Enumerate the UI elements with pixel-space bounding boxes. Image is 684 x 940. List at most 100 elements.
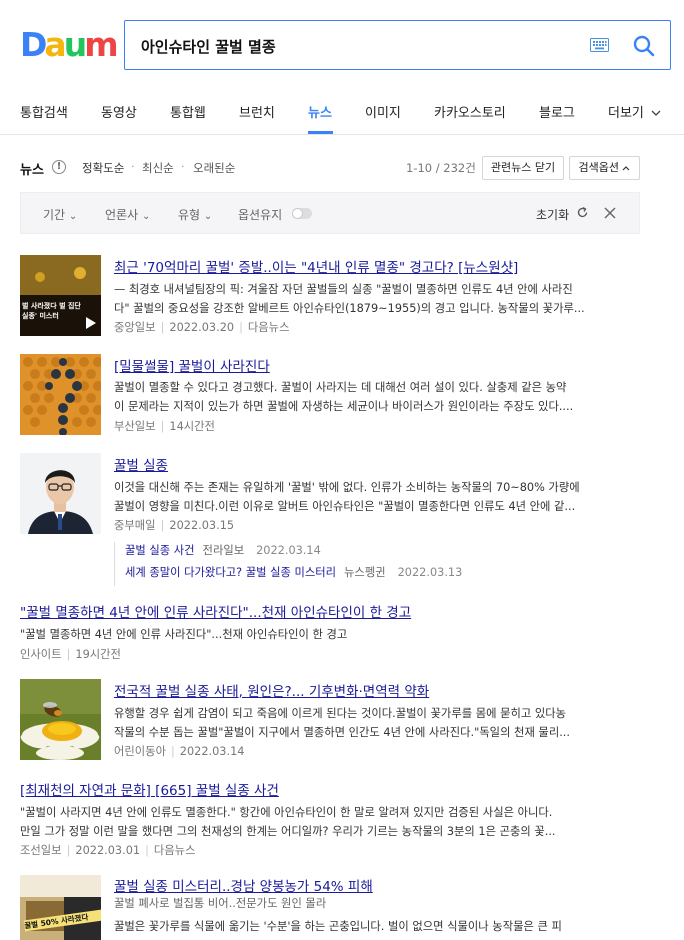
related-news-source[interactable]: 뉴스펭귄 [344, 566, 386, 579]
news-source[interactable]: 중앙일보 [114, 321, 156, 334]
filter-type-label: 유형 [178, 208, 201, 222]
news-description-line: 유행할 경우 쉽게 감염이 되고 죽음에 이르게 된다는 것이다.꿀벌이 꽃가루… [114, 707, 567, 720]
news-source[interactable]: 조선일보 [20, 844, 62, 857]
tab-video[interactable]: 동영상 [101, 102, 137, 121]
news-title[interactable]: 꿀벌 실종 미스터리..경남 양봉농가 54% 피해 [114, 875, 373, 895]
daum-logo[interactable]: D a u m [20, 25, 119, 64]
tab-brunch[interactable]: 브런치 [239, 102, 275, 121]
news-meta: 중앙일보 | 2022.03.20 | 다음뉴스 [114, 321, 290, 334]
result-count: 1-10 / 232건 [406, 161, 476, 175]
related-news: 꿀벌 실종 사건 전라일보 2022.03.14 세계 종말이 다가왔다고? 꿀벌 … [114, 542, 634, 586]
active-tab-indicator [308, 131, 333, 134]
sort-oldest[interactable]: 오래된순 [193, 160, 235, 176]
news-description-line: 작물의 수분 돕는 꿀벌"꿀벌이 지구에서 멸종하면 인간도 4년 안에 사라진… [114, 726, 570, 739]
related-news-source[interactable]: 전라일보 [203, 544, 245, 557]
news-description-line: 만일 그가 정말 이런 말을 했다면 그의 천재성의 한계는 어디일까? 우리가… [20, 825, 556, 838]
news-thumbnail[interactable]: 벌 사라졌다 벌 집단 실종' 미스터 [20, 255, 101, 336]
tab-blog[interactable]: 블로그 [539, 102, 575, 121]
news-title[interactable]: 꿀벌 실종 [114, 454, 168, 474]
keyboard-icon[interactable] [590, 38, 609, 52]
news-description-line: — 최경호 내셔널팀장의 픽: 겨울잠 자던 꿀벌들의 실종 "꿀벌이 멸종하면… [114, 283, 573, 296]
news-source[interactable]: 어린이동아 [114, 745, 166, 758]
chevron-down-icon: ⌄ [203, 211, 213, 222]
search-options-button[interactable]: 검색옵션 [569, 156, 640, 180]
news-source[interactable]: 부산일보 [114, 420, 156, 433]
news-description-line: 다" 꿀벌의 중요성을 강조한 알베르트 아인슈타인(1879~1955)의 경… [114, 302, 585, 315]
daum-news-link[interactable]: 다음뉴스 [248, 321, 290, 334]
news-description-line: "꿀벌이 사라지면 4년 안에 인류도 멸종한다." 항간에 아인슈타인이 한 … [20, 806, 553, 819]
section-title: 뉴스 [20, 163, 44, 178]
news-thumbnail[interactable] [20, 679, 101, 760]
honeycomb-question-image [20, 354, 101, 435]
tab-more[interactable]: 더보기 [608, 102, 661, 121]
news-title[interactable]: [밀물썰물] 꿀벌이 사라진다 [114, 355, 270, 375]
portrait-image [20, 453, 101, 534]
filter-type[interactable]: 유형 ⌄ [178, 206, 212, 223]
search-input[interactable] [141, 33, 571, 59]
logo-letter-d: D [20, 25, 47, 64]
keep-option-toggle[interactable] [292, 208, 312, 219]
filter-period[interactable]: 기간 ⌄ [43, 206, 77, 223]
chevron-up-icon [623, 166, 630, 171]
news-date: 14시간전 [169, 420, 215, 433]
news-title[interactable]: [최재천의 자연과 문화] [665] 꿀벌 실종 사건 [20, 779, 279, 799]
news-description: 이것을 대신해 주는 존재는 유일하게 '꿀벌' 밖에 없다. 인류가 소비하는… [114, 478, 639, 516]
news-thumbnail[interactable]: 꿀벌 50% 사라졌다 [20, 875, 101, 940]
news-thumbnail[interactable] [20, 453, 101, 534]
filter-press-label: 언론사 [105, 208, 139, 222]
news-title[interactable]: 최근 '70억마리 꿀벌' 증발..이는 "4년내 인류 멸종" 경고다? [뉴… [114, 256, 518, 276]
search-icon[interactable] [631, 33, 657, 59]
news-description-line: "꿀벌 멸종하면 4년 안에 인류 사라진다"...천재 아인슈타인이 한 경고 [20, 628, 348, 641]
sort-accuracy[interactable]: 정확도순 [82, 160, 124, 176]
sort-separator: · [131, 160, 135, 173]
news-source[interactable]: 인사이트 [20, 648, 62, 661]
search-options-label: 검색옵션 [578, 161, 619, 174]
news-date: 2022.03.20 [169, 321, 235, 334]
header: D a u m [0, 0, 684, 90]
bee-on-flower-image [20, 679, 101, 760]
filter-bar: 기간 ⌄ 언론사 ⌄ 유형 ⌄ 옵션유지 초기화 [20, 192, 640, 234]
search-tabs: 통합검색 동영상 통합웹 브런치 뉴스 이미지 카카오스토리 블로그 더보기 [0, 90, 684, 135]
news-description: 꿀벌이 멸종할 수 있다고 경고했다. 꿀벌이 사라지는 데 대해선 여러 설이… [114, 378, 639, 416]
tab-image[interactable]: 이미지 [365, 102, 401, 121]
related-news-item: 세계 종말이 다가왔다고? 꿀벌 실종 미스터리 뉴스펭귄 2022.03.13 [125, 564, 634, 586]
news-title[interactable]: "꿀벌 멸종하면 4년 안에 인류 사라진다"...천재 아인슈타인이 한 경고 [20, 601, 411, 621]
tab-news[interactable]: 뉴스 [308, 102, 332, 121]
bees-thumbnail-image [20, 255, 101, 336]
logo-letter-m: m [84, 25, 118, 64]
news-title[interactable]: 전국적 꿀벌 실종 사태, 원인은?... 기후변화·면역력 약화 [114, 680, 429, 700]
daum-news-link[interactable]: 다음뉴스 [154, 844, 196, 857]
tab-more-label: 더보기 [608, 106, 644, 121]
close-icon[interactable] [603, 206, 617, 220]
news-description: 꿀벌은 꽃가루를 식물에 옮기는 '수분'을 하는 곤충입니다. 벌이 없으면 … [114, 920, 562, 933]
related-news-item: 꿀벌 실종 사건 전라일보 2022.03.14 [125, 542, 634, 564]
news-date: 19시간전 [75, 648, 121, 661]
news-description: 유행할 경우 쉽게 감염이 되고 죽음에 이르게 된다는 것이다.꿀벌이 꽃가루… [114, 704, 639, 742]
search-box [124, 20, 671, 70]
tab-integrated[interactable]: 통합검색 [20, 102, 68, 121]
news-meta: 어린이동아 | 2022.03.14 [114, 745, 245, 758]
chevron-down-icon [651, 110, 661, 116]
sort-latest[interactable]: 최신순 [142, 160, 174, 176]
sort-separator: · [181, 160, 185, 173]
related-news-title[interactable]: 세계 종말이 다가왔다고? 꿀벌 실종 미스터리 [125, 566, 336, 579]
filter-press[interactable]: 언론사 ⌄ [105, 206, 150, 223]
news-date: 2022.03.01 [75, 844, 141, 857]
tab-kakaostory[interactable]: 카카오스토리 [434, 102, 506, 121]
related-news-title[interactable]: 꿀벌 실종 사건 [125, 544, 195, 557]
tab-web[interactable]: 통합웹 [170, 102, 206, 121]
news-source[interactable]: 중부매일 [114, 519, 156, 532]
news-description-line: 이 문제라는 지적이 있는가 하면 꿀벌에 자생하는 세균이나 바이러스가 원인… [114, 400, 574, 413]
thumbnail-caption: 벌 사라졌다 벌 집단 실종' 미스터 [22, 302, 81, 320]
news-thumbnail[interactable] [20, 354, 101, 435]
news-date: 2022.03.15 [169, 519, 235, 532]
news-description: — 최경호 내셔널팀장의 픽: 겨울잠 자던 꿀벌들의 실종 "꿀벌이 멸종하면… [114, 280, 639, 318]
news-subtitle: 꿀벌 폐사로 벌집통 비어..전문가도 원인 몰라 [114, 897, 327, 910]
news-description-line: 꿀벌이 멸종할 수 있다고 경고했다. 꿀벌이 사라지는 데 대해선 여러 설이… [114, 381, 567, 394]
info-icon[interactable]: ! [52, 160, 66, 174]
close-related-news-button[interactable]: 관련뉴스 닫기 [482, 156, 564, 180]
keep-option-label: 옵션유지 [238, 208, 283, 222]
refresh-icon[interactable] [576, 206, 589, 219]
news-description-line: 이것을 대신해 주는 존재는 유일하게 '꿀벌' 밖에 없다. 인류가 소비하는… [114, 481, 580, 494]
reset-button[interactable]: 초기화 [536, 206, 569, 223]
